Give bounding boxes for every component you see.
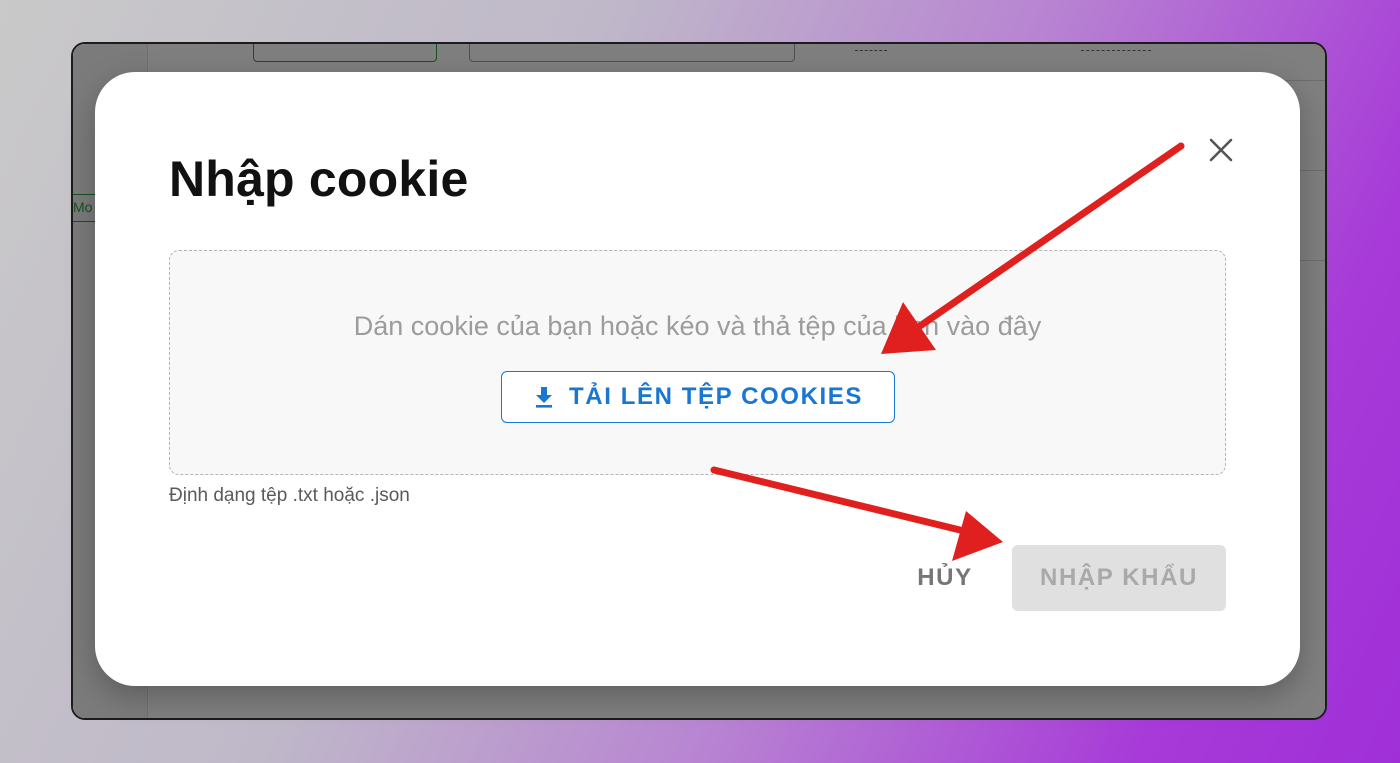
cancel-button[interactable]: HỦY [897, 550, 993, 606]
upload-button-label: TẢI LÊN TỆP COOKIES [569, 383, 863, 410]
download-icon [536, 387, 552, 408]
dialog-title: Nhập cookie [169, 151, 469, 207]
upload-cookies-button[interactable]: TẢI LÊN TỆP COOKIES [501, 371, 895, 423]
file-format-hint: Định dạng tệp .txt hoặc .json [169, 485, 410, 506]
close-icon [1209, 138, 1233, 162]
import-button[interactable]: NHẬP KHẨU [1012, 545, 1226, 611]
close-button[interactable] [1203, 132, 1239, 168]
import-cookie-dialog: Nhập cookie Dán cookie của bạn hoặc kéo … [95, 72, 1300, 686]
cookie-dropzone[interactable]: Dán cookie của bạn hoặc kéo và thả tệp c… [169, 250, 1226, 475]
dropzone-instruction: Dán cookie của bạn hoặc kéo và thả tệp c… [353, 311, 1042, 341]
